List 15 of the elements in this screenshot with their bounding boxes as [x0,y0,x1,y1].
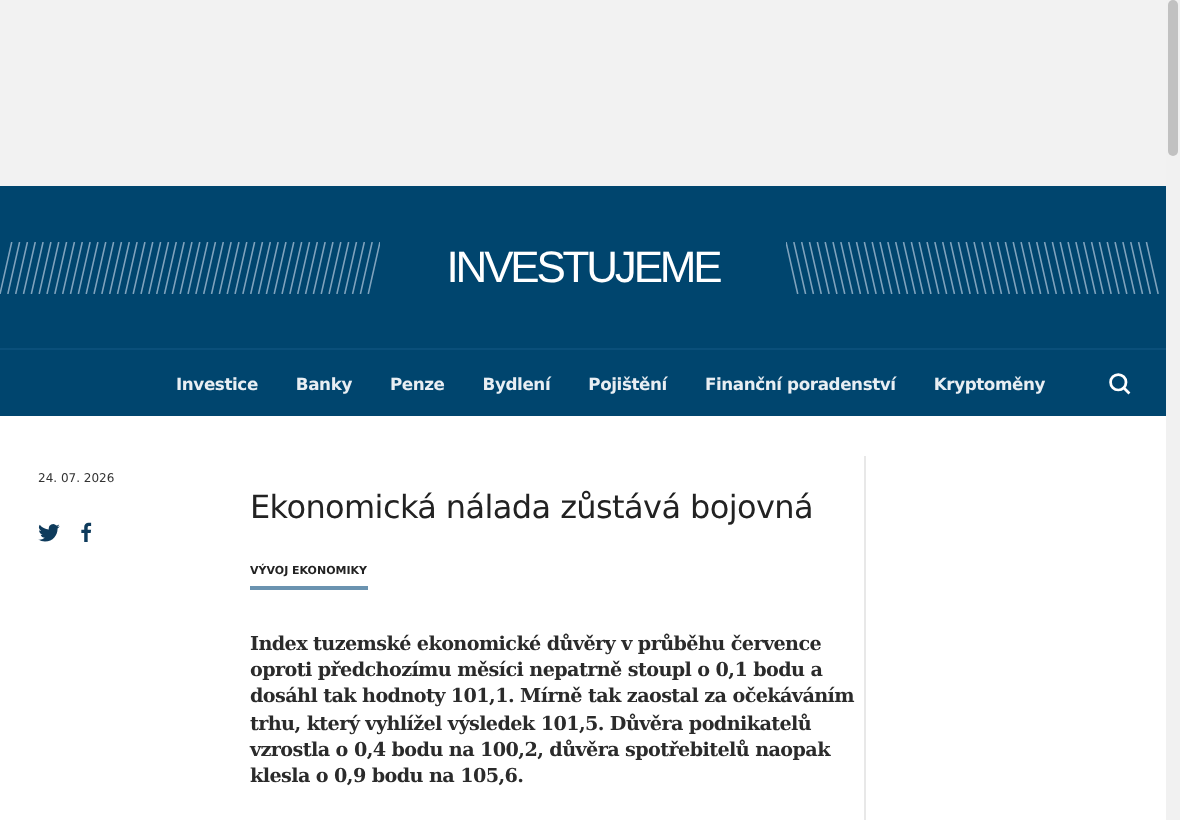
search-icon[interactable] [1108,371,1132,396]
nav-link[interactable]: Pojištění [588,373,667,394]
article-title: Ekonomická nálada zůstává bojovná [250,488,815,526]
scrollbar[interactable] [1166,0,1180,820]
nav-link[interactable]: Bydlení [482,373,551,394]
site-logo[interactable]: INVESTUJEME [446,241,720,294]
nav-link[interactable]: Finanční poradenství [704,373,896,394]
nav-link[interactable]: Penze [389,373,445,394]
article-lead: Index tuzemské ekonomické důvěry v průběhu července oproti předchozímu měsíci nepatrně stoupl o 0,1 bodu a dosáhl tak hodnoty 101,1. Mírně tak zaostal za očekáváním trhu, který vyhlížel výsledek 101,5. Důvěra podnikatelů vzrostla o 0,4 bodu na 100,2, důvěra spotřebitelů naopak klesla o 0,9 bodu na 105,6. [250,632,856,791]
nav-link[interactable]: Banky [295,373,352,394]
bird-icon[interactable] [38,523,60,541]
scrollbar-thumb[interactable] [1168,0,1178,156]
nav-link[interactable]: Kryptoměny [933,373,1046,394]
facebook-icon[interactable] [80,522,92,542]
nav-link[interactable]: Investice [176,373,258,394]
